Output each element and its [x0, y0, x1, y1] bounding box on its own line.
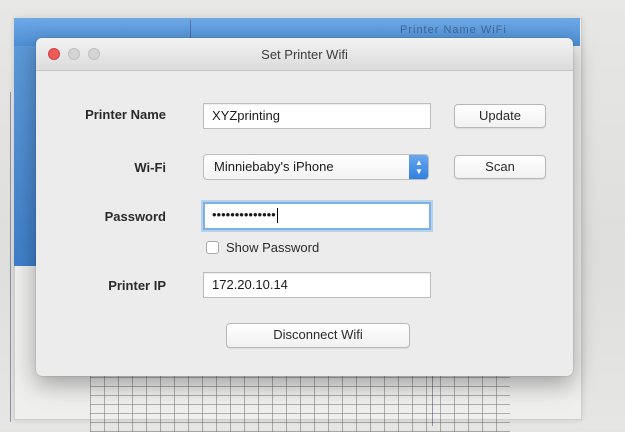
- background-app-title: Printer Name WiFi: [400, 24, 507, 36]
- printer-name-label: Printer Name: [85, 107, 166, 122]
- show-password-checkbox[interactable]: [206, 241, 219, 254]
- printer-ip-label: Printer IP: [108, 278, 166, 293]
- background-print-bed-grid: [90, 372, 510, 432]
- wifi-label: Wi-Fi: [134, 160, 166, 175]
- password-field[interactable]: ••••••••••••••: [203, 202, 431, 230]
- wifi-network-select[interactable]: Minniebaby's iPhone ▲ ▼: [203, 154, 429, 180]
- dialog-titlebar: Set Printer Wifi: [36, 38, 573, 71]
- disconnect-wifi-button[interactable]: Disconnect Wifi: [226, 323, 410, 348]
- background-wire-line: [10, 92, 11, 422]
- update-button[interactable]: Update: [454, 104, 546, 128]
- printer-ip-field[interactable]: 172.20.10.14: [203, 272, 431, 298]
- popup-arrows-icon: ▲ ▼: [409, 155, 428, 179]
- text-cursor: [276, 208, 278, 224]
- scan-button[interactable]: Scan: [454, 155, 546, 179]
- background-app-sidebar: [14, 46, 36, 266]
- password-masked-value: ••••••••••••••: [212, 207, 276, 222]
- printer-name-field[interactable]: XYZprinting: [203, 103, 431, 129]
- dialog-title: Set Printer Wifi: [261, 47, 348, 62]
- set-printer-wifi-dialog: Set Printer Wifi Printer Name XYZprintin…: [36, 38, 573, 376]
- show-password-label[interactable]: Show Password: [226, 240, 319, 255]
- password-label: Password: [104, 209, 166, 224]
- wifi-selected-network: Minniebaby's iPhone: [214, 159, 334, 174]
